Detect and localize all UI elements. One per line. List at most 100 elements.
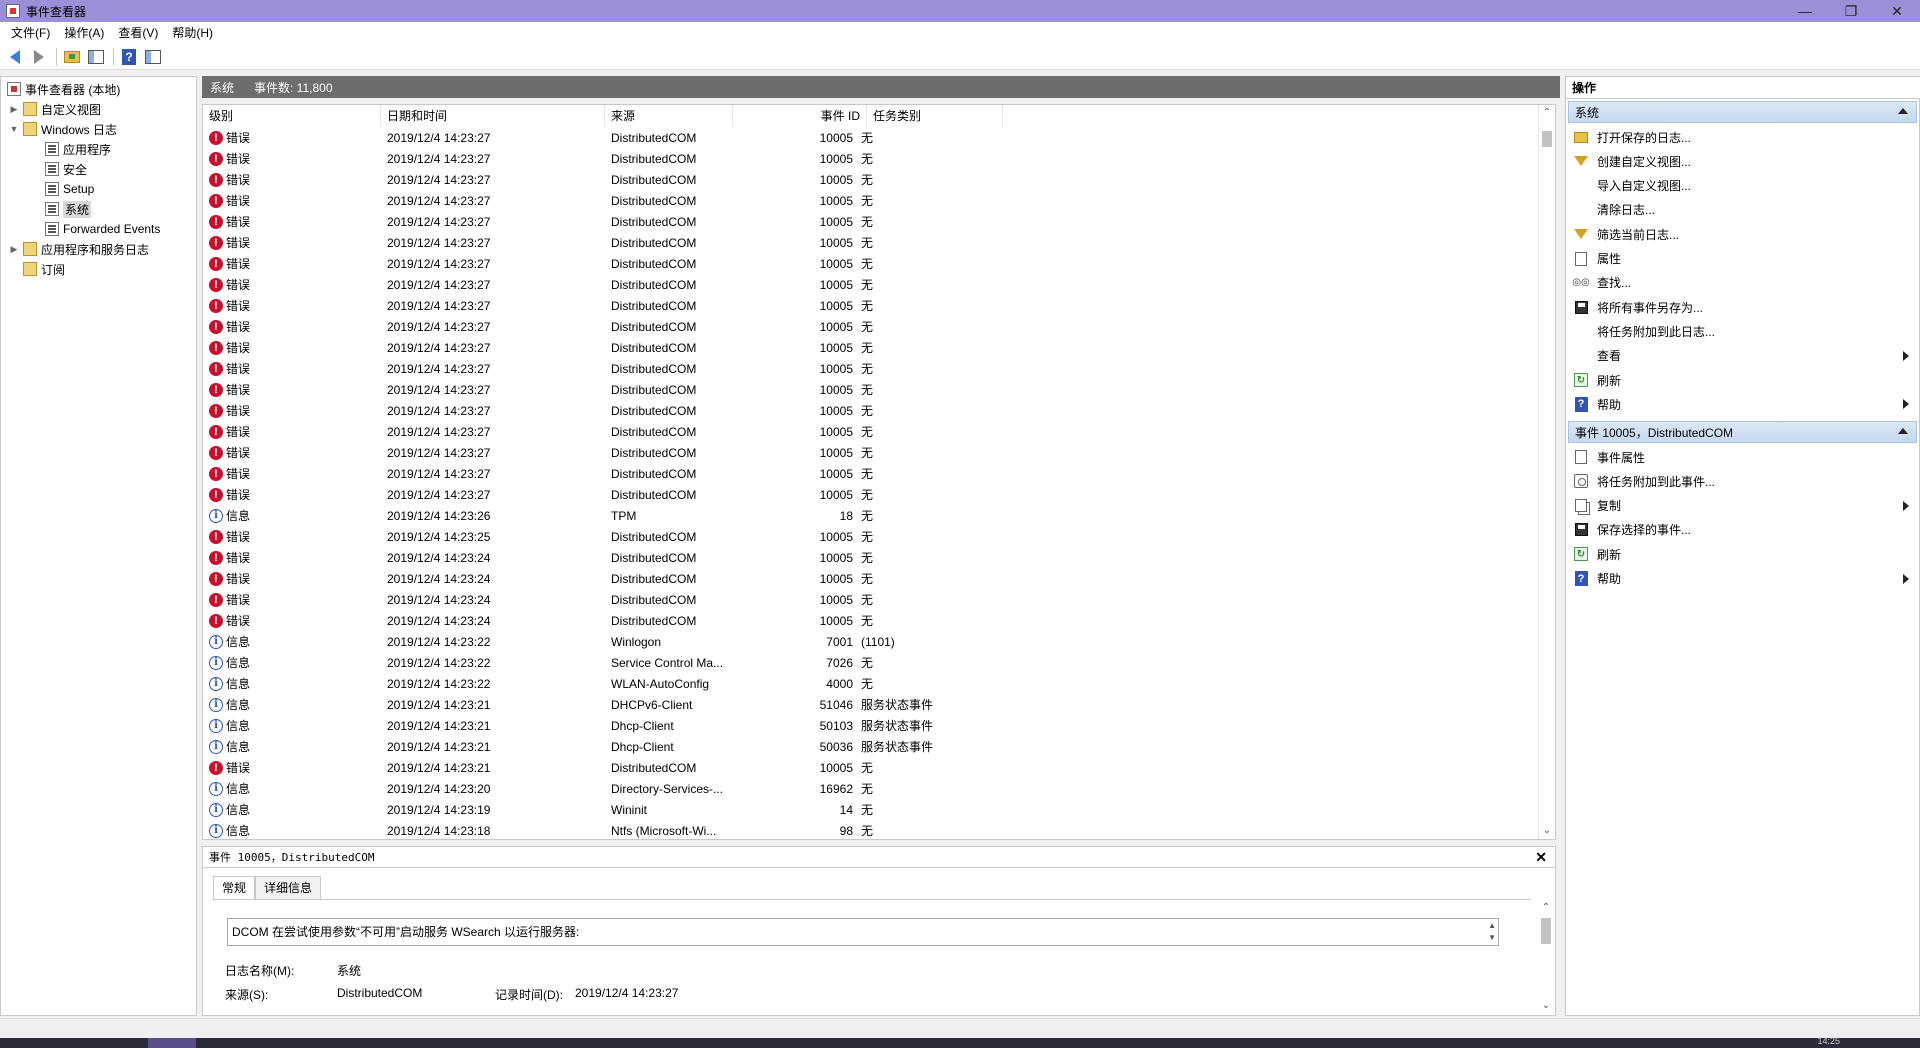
table-row[interactable]: ! 错误 2019/12/4 14:23:24 DistributedCOM 10005… [203,610,1539,631]
collapse-chevron-icon[interactable]: ▼ [9,124,19,134]
table-row[interactable]: ! 错误 2019/12/4 14:23:24 DistributedCOM 10005… [203,568,1539,589]
tab-general[interactable]: 常规 [213,876,256,900]
action-item[interactable]: ? 帮助 [1568,393,1917,415]
tree-item-setup[interactable]: Setup [45,179,94,199]
event-message-box[interactable]: DCOM 在尝试使用参数“不可用”启动服务 WSearch 以运行服务器: ▲ ▼ [227,918,1499,946]
table-row[interactable]: i 信息 2019/12/4 14:23:21 Dhcp-Client 50103 服务状… [203,715,1539,736]
scroll-thumb[interactable] [1542,131,1552,147]
table-row[interactable]: ! 错误 2019/12/4 14:23:27 DistributedCOM 10005… [203,211,1539,232]
tree-item-subscriptions[interactable]: 订阅 [23,259,65,279]
detail-close-icon[interactable]: ✕ [1535,849,1547,866]
scroll-up-icon[interactable]: ⌃ [1538,902,1554,916]
actions-section-system[interactable]: 系统 [1568,101,1917,123]
table-row[interactable]: i 信息 2019/12/4 14:23:19 Wininit 14 无 [203,799,1539,820]
table-row[interactable]: ! 错误 2019/12/4 14:23:27 DistributedCOM 10005… [203,232,1539,253]
action-item[interactable]: 创建自定义视图... [1568,150,1917,172]
tree-item-custom-views[interactable]: ▶ 自定义视图 [9,99,101,119]
action-item[interactable]: 查看 [1568,345,1917,367]
back-button[interactable] [4,46,26,68]
table-row[interactable]: i 信息 2019/12/4 14:23:22 Service Control Ma.… [203,652,1539,673]
column-header-task-category[interactable]: 任务类别 [867,105,1003,127]
table-row[interactable]: ! 错误 2019/12/4 14:23:27 DistributedCOM 10005… [203,169,1539,190]
table-row[interactable]: ! 错误 2019/12/4 14:23:24 DistributedCOM 10005… [203,547,1539,568]
scroll-up-icon[interactable]: ⌃ [1539,105,1555,121]
tree-item-security[interactable]: 安全 [45,159,87,179]
table-row[interactable]: ! 错误 2019/12/4 14:23:25 DistributedCOM 10005… [203,526,1539,547]
menu-help[interactable]: 帮助(H) [165,22,220,44]
collapse-arrow-icon[interactable] [1898,428,1908,434]
detail-scrollbar[interactable]: ⌃ ⌄ [1538,902,1555,1014]
taskbar-active-app[interactable] [148,1038,196,1048]
column-header-date[interactable]: 日期和时间 [381,105,605,127]
message-scroll-icon[interactable]: ▲ ▼ [1488,920,1496,944]
table-row[interactable]: ! 错误 2019/12/4 14:23:27 DistributedCOM 10005… [203,379,1539,400]
expand-chevron-icon[interactable]: ▶ [9,244,19,255]
table-row[interactable]: ! 错误 2019/12/4 14:23:27 DistributedCOM 10005… [203,274,1539,295]
table-scrollbar[interactable]: ⌃ ⌄ [1538,105,1555,839]
table-row[interactable]: ! 错误 2019/12/4 14:23:21 DistributedCOM 10005… [203,757,1539,778]
tree-item-app-service-logs[interactable]: ▶ 应用程序和服务日志 [9,239,149,259]
table-row[interactable]: ! 错误 2019/12/4 14:23:27 DistributedCOM 10005… [203,148,1539,169]
minimize-button[interactable]: — [1782,0,1828,22]
action-item[interactable]: ↻ 刷新 [1568,369,1917,391]
collapse-arrow-icon[interactable] [1898,108,1908,114]
table-row[interactable]: i 信息 2019/12/4 14:23:20 Directory-Services-… [203,778,1539,799]
table-row[interactable]: i 信息 2019/12/4 14:23:26 TPM 18 无 [203,505,1539,526]
table-row[interactable]: ! 错误 2019/12/4 14:23:27 DistributedCOM 10005… [203,127,1539,148]
scroll-down-icon[interactable]: ⌄ [1538,1000,1554,1014]
action-item[interactable]: 将所有事件另存为... [1568,296,1917,318]
help-button[interactable]: ? [118,46,140,68]
table-row[interactable]: i 信息 2019/12/4 14:23:22 WLAN-AutoConfig 4000… [203,673,1539,694]
tree-item-root[interactable]: 事件查看器 (本地) [7,79,120,99]
up-level-button[interactable] [61,46,83,68]
tree-item-system[interactable]: 系统 [45,199,92,219]
action-item[interactable]: 将任务附加到此事件... [1568,470,1917,492]
table-row[interactable]: ! 错误 2019/12/4 14:23:24 DistributedCOM 10005… [203,589,1539,610]
action-item[interactable]: 事件属性 [1568,446,1917,468]
close-button[interactable]: ✕ [1874,0,1920,22]
table-row[interactable]: ! 错误 2019/12/4 14:23:27 DistributedCOM 10005… [203,337,1539,358]
action-item[interactable]: 导入自定义视图... [1568,175,1917,197]
action-item[interactable]: 筛选当前日志... [1568,223,1917,245]
action-item[interactable]: 保存选择的事件... [1568,519,1917,541]
tree-item-application[interactable]: 应用程序 [45,139,111,159]
forward-button[interactable] [28,46,50,68]
table-row[interactable]: ! 错误 2019/12/4 14:23:27 DistributedCOM 10005… [203,421,1539,442]
action-item[interactable]: 复制 [1568,495,1917,517]
action-item[interactable]: 清除日志... [1568,199,1917,221]
action-item[interactable]: 打开保存的日志... [1568,126,1917,148]
table-row[interactable]: ! 错误 2019/12/4 14:23:27 DistributedCOM 10005… [203,358,1539,379]
show-hide-action-pane-button[interactable] [142,46,164,68]
column-header-level[interactable]: 级别 [203,105,381,127]
menu-file[interactable]: 文件(F) [4,22,57,44]
action-item[interactable]: 属性 [1568,248,1917,270]
tree-item-forwarded-events[interactable]: Forwarded Events [45,219,160,239]
tab-details[interactable]: 详细信息 [255,876,322,900]
column-header-source[interactable]: 来源 [605,105,733,127]
table-row[interactable]: ! 错误 2019/12/4 14:23:27 DistributedCOM 10005… [203,463,1539,484]
show-hide-tree-button[interactable] [85,46,107,68]
action-item[interactable]: ? 帮助 [1568,568,1917,590]
table-row[interactable]: i 信息 2019/12/4 14:23:18 Ntfs (Microsoft-Wi.… [203,820,1539,839]
maximize-button[interactable]: ❐ [1828,0,1874,22]
column-header-event-id[interactable]: 事件 ID [733,105,867,127]
table-row[interactable]: ! 错误 2019/12/4 14:23:27 DistributedCOM 10005… [203,484,1539,505]
action-item[interactable]: ◎◎ 查找... [1568,272,1917,294]
table-row[interactable]: ! 错误 2019/12/4 14:23:27 DistributedCOM 10005… [203,316,1539,337]
tree-item-windows-logs[interactable]: ▼ Windows 日志 [9,119,117,139]
action-item[interactable]: ↻ 刷新 [1568,543,1917,565]
table-row[interactable]: i 信息 2019/12/4 14:23:21 DHCPv6-Client 51046 服… [203,694,1539,715]
action-item[interactable]: 将任务附加到此日志... [1568,320,1917,342]
actions-section-event[interactable]: 事件 10005，DistributedCOM [1568,421,1917,443]
menu-action[interactable]: 操作(A) [57,22,111,44]
table-row[interactable]: ! 错误 2019/12/4 14:23:27 DistributedCOM 10005… [203,442,1539,463]
table-row[interactable]: i 信息 2019/12/4 14:23:21 Dhcp-Client 50036 服务状… [203,736,1539,757]
table-row[interactable]: ! 错误 2019/12/4 14:23:27 DistributedCOM 10005… [203,295,1539,316]
expand-chevron-icon[interactable]: ▶ [9,104,19,115]
table-row[interactable]: ! 错误 2019/12/4 14:23:27 DistributedCOM 10005… [203,400,1539,421]
scroll-down-icon[interactable]: ⌄ [1539,823,1555,839]
scroll-thumb[interactable] [1541,918,1551,944]
table-row[interactable]: ! 错误 2019/12/4 14:23:27 DistributedCOM 10005… [203,190,1539,211]
menu-view[interactable]: 查看(V) [111,22,165,44]
table-row[interactable]: i 信息 2019/12/4 14:23:22 Winlogon 7001 (1101) [203,631,1539,652]
